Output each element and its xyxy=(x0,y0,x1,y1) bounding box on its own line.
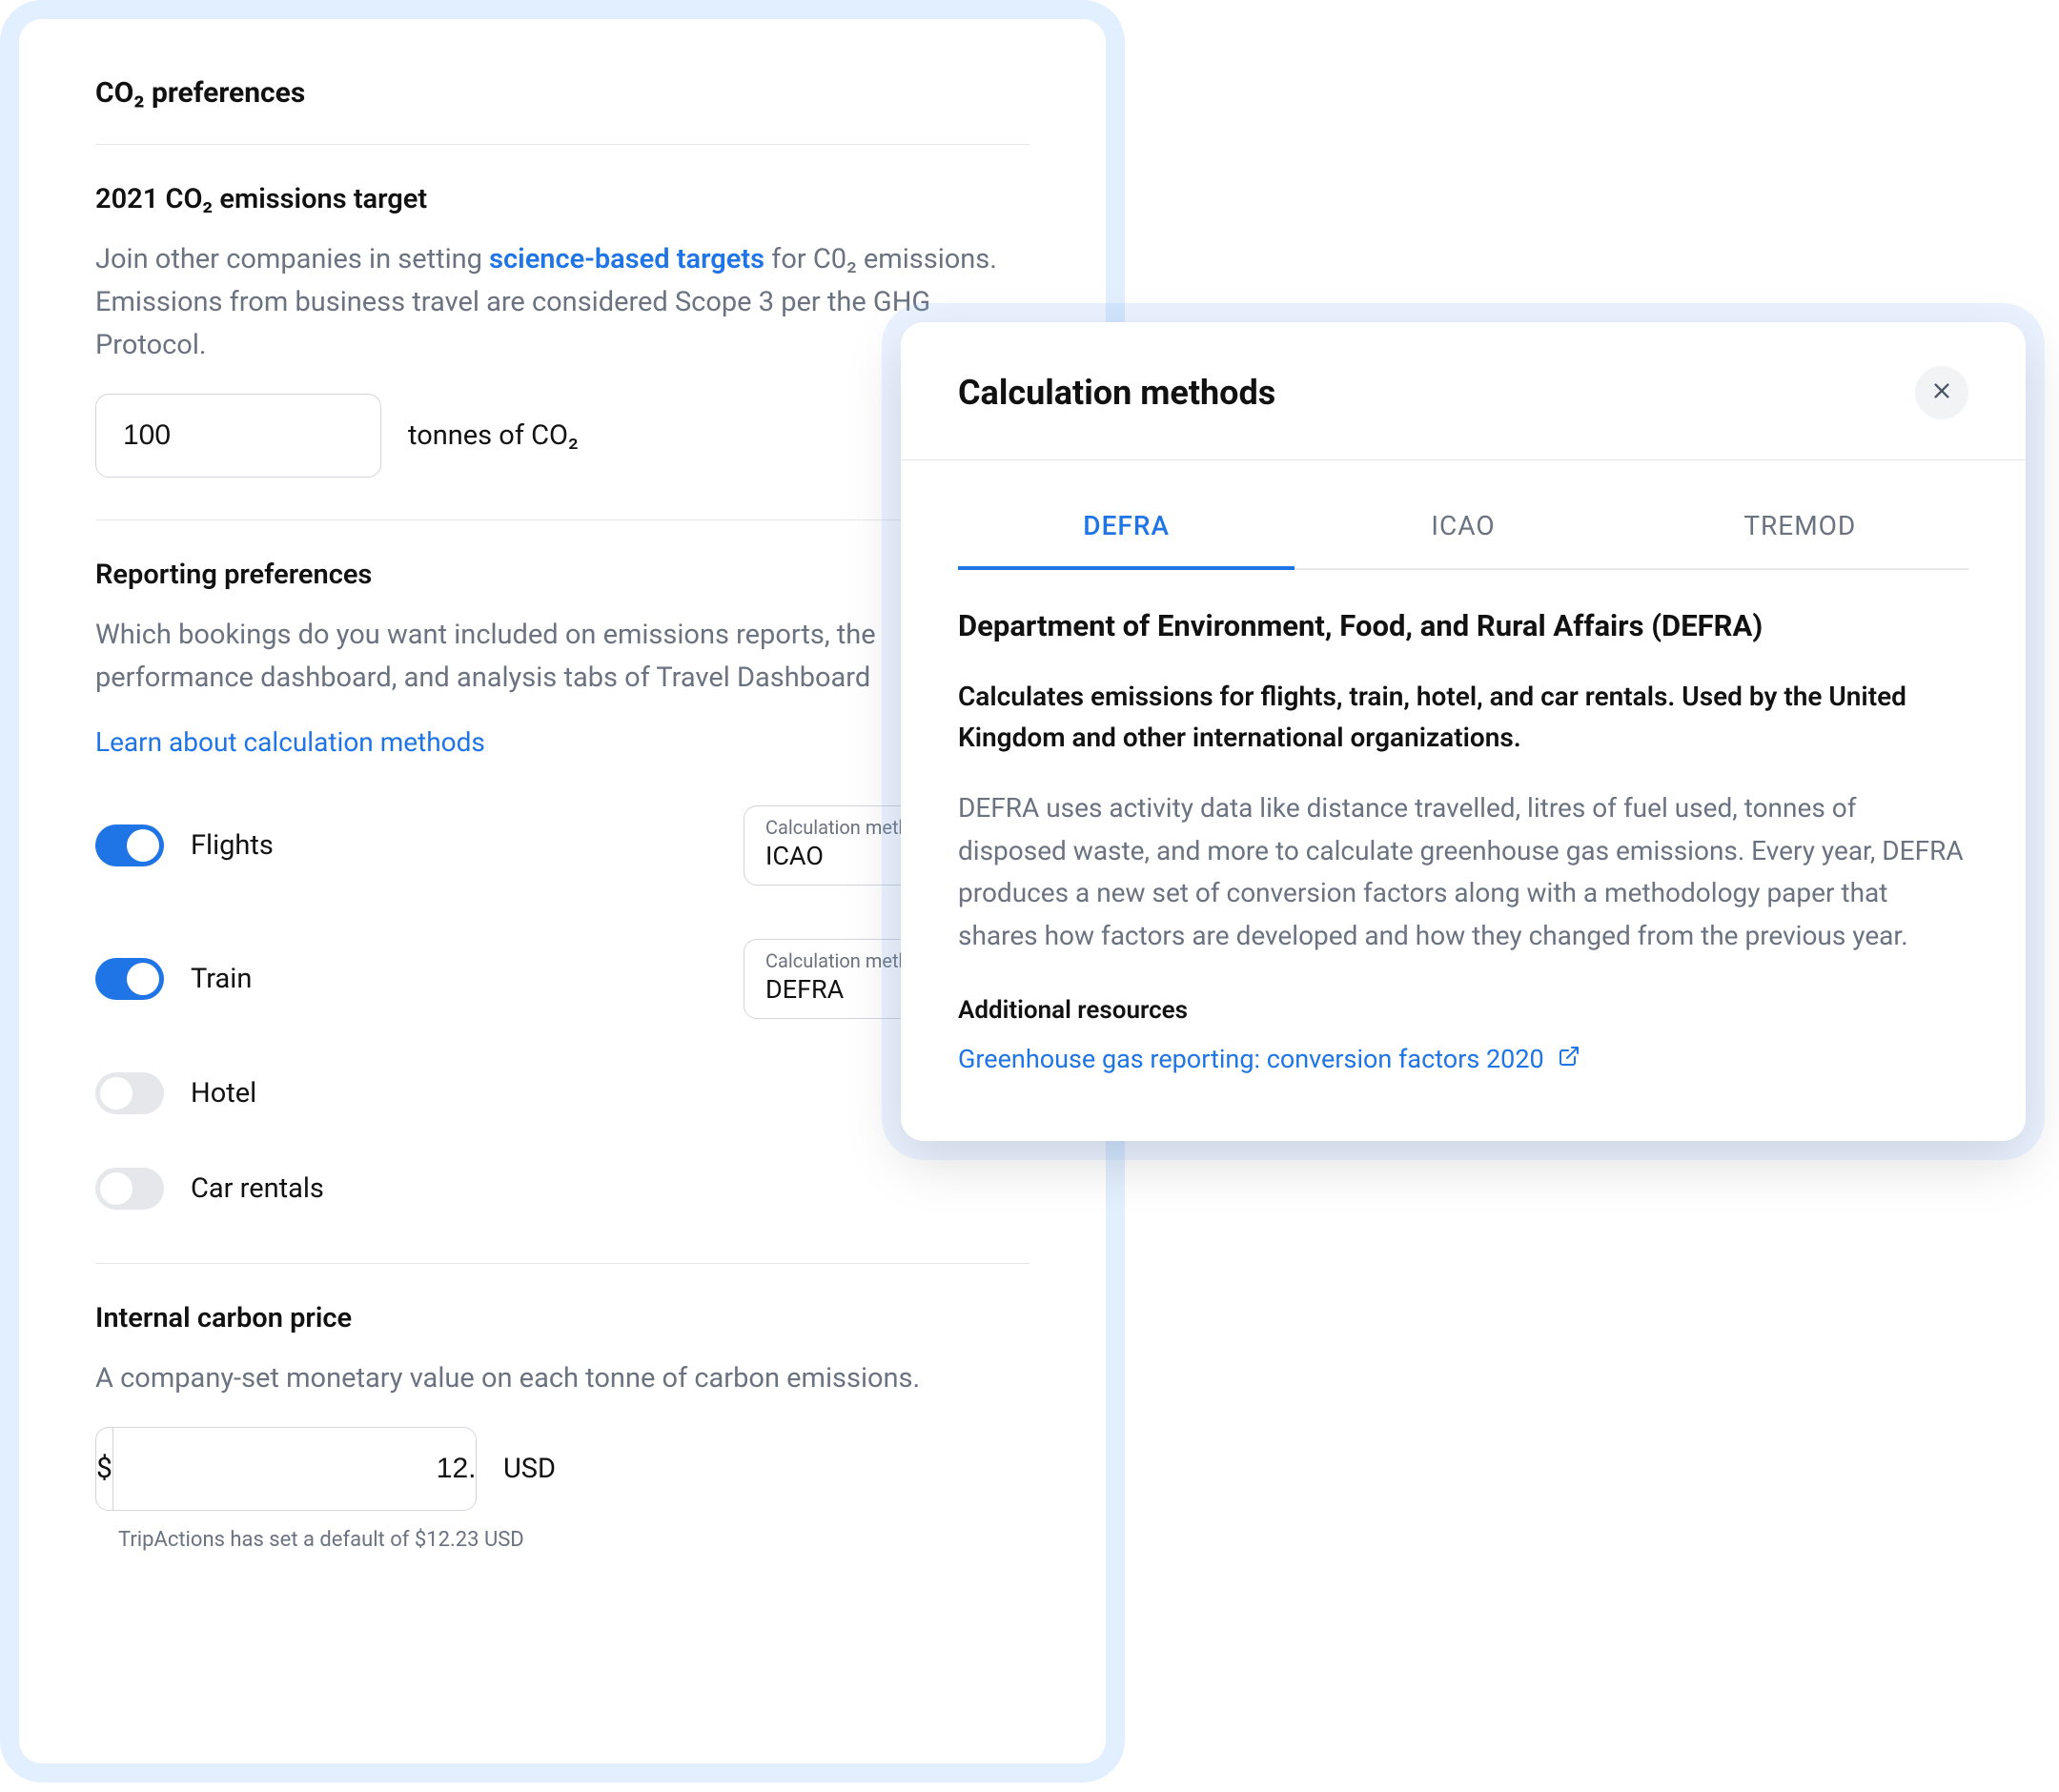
target-suffix: tonnes of CO₂ xyxy=(408,419,579,452)
resource-link[interactable]: Greenhouse gas reporting: conversion fac… xyxy=(958,1044,1580,1074)
target-heading: 2021 CO₂ emissions target xyxy=(95,183,1030,215)
science-based-targets-link[interactable]: science-based targets xyxy=(489,243,764,275)
reporting-heading: Reporting preferences xyxy=(95,559,1030,591)
car-rentals-label: Car rentals xyxy=(191,1172,324,1205)
flights-label: Flights xyxy=(191,829,274,862)
method-heading: Department of Environment, Food, and Rur… xyxy=(958,608,1968,643)
divider xyxy=(95,144,1030,145)
reporting-row-car-rentals: Car rentals xyxy=(95,1168,1030,1210)
emissions-target-input[interactable] xyxy=(95,394,381,478)
card-title: CO₂ preferences xyxy=(95,76,1030,110)
method-body: DEFRA uses activity data like distance t… xyxy=(958,787,1968,958)
reporting-row-train: Train Calculation method * DEFRA xyxy=(95,939,1030,1019)
flights-toggle[interactable] xyxy=(95,825,164,866)
carbon-price-input-group: $ xyxy=(95,1427,477,1511)
tab-defra[interactable]: DEFRA xyxy=(958,491,1295,570)
price-heading: Internal carbon price xyxy=(95,1302,1030,1334)
currency-code: USD xyxy=(503,1453,556,1485)
learn-methods-link[interactable]: Learn about calculation methods xyxy=(95,726,485,758)
price-description: A company-set monetary value on each ton… xyxy=(95,1357,1030,1400)
reporting-description: Which bookings do you want included on e… xyxy=(95,614,1030,700)
tab-icao[interactable]: ICAO xyxy=(1295,491,1631,570)
method-subheading: Calculates emissions for flights, train,… xyxy=(958,676,1968,759)
tab-tremod[interactable]: TREMOD xyxy=(1632,491,1968,570)
resources-title: Additional resources xyxy=(958,996,1968,1025)
hotel-toggle[interactable] xyxy=(95,1072,164,1114)
divider xyxy=(95,519,1030,520)
calculation-methods-modal: Calculation methods DEFRA ICAO TREMOD De… xyxy=(901,322,2026,1141)
close-button[interactable] xyxy=(1915,366,1968,419)
hotel-label: Hotel xyxy=(191,1077,256,1110)
car-rentals-toggle[interactable] xyxy=(95,1168,164,1210)
reporting-row-flights: Flights Calculation method * ICAO xyxy=(95,805,1030,886)
carbon-price-input[interactable] xyxy=(113,1428,477,1510)
divider xyxy=(95,1263,1030,1264)
external-link-icon xyxy=(1558,1044,1580,1074)
train-toggle[interactable] xyxy=(95,958,164,1000)
modal-title: Calculation methods xyxy=(958,373,1275,413)
close-icon xyxy=(1931,380,1952,405)
reporting-row-hotel: Hotel xyxy=(95,1072,1030,1114)
train-label: Train xyxy=(191,963,252,995)
currency-symbol: $ xyxy=(96,1428,113,1510)
target-description: Join other companies in setting science-… xyxy=(95,238,1030,367)
method-tabs: DEFRA ICAO TREMOD xyxy=(901,460,2026,570)
price-hint: TripActions has set a default of $12.23 … xyxy=(118,1528,1030,1552)
